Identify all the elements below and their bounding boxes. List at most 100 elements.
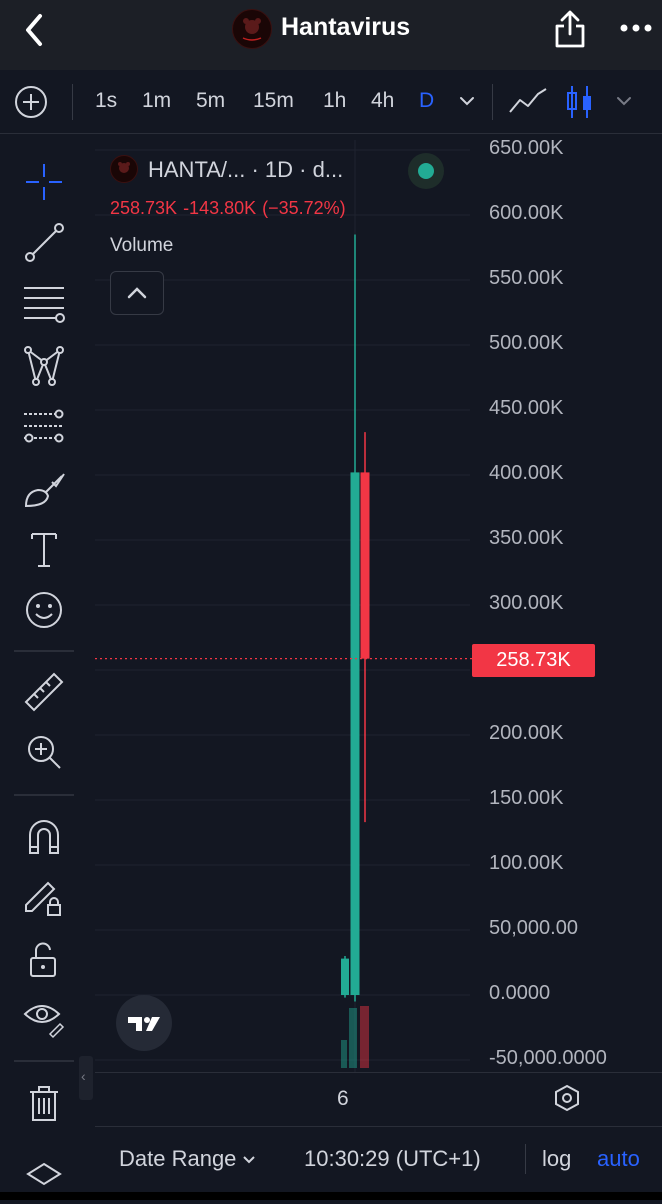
zoom-in-icon	[28, 736, 61, 769]
pattern-icon	[24, 346, 64, 386]
timeframe-15m[interactable]: 15m	[253, 89, 294, 113]
crosshair-icon	[26, 164, 62, 200]
price-axis-label: 550.00K	[489, 267, 564, 289]
timeframe-1s[interactable]: 1s	[95, 89, 117, 113]
visibility-tool[interactable]	[22, 996, 66, 1040]
tradingview-logo[interactable]	[116, 995, 172, 1051]
legend-last-price: 258.73K	[110, 198, 178, 218]
trend-line-tool[interactable]	[22, 220, 66, 264]
chevron-up-icon	[127, 287, 147, 299]
date-range-button[interactable]: Date Range	[119, 1146, 256, 1172]
legend-symbol[interactable]: HANTA/... · 1D · d...	[148, 157, 343, 183]
projection-icon	[24, 409, 64, 443]
price-axis-label: -50,000.0000	[489, 1047, 607, 1069]
auto-scale-toggle[interactable]: auto	[597, 1146, 640, 1172]
text-tool[interactable]	[22, 528, 66, 572]
timezone-clock[interactable]: 10:30:29 (UTC+1)	[304, 1146, 481, 1172]
add-indicator-button[interactable]	[14, 85, 48, 119]
price-axis-label: 100.00K	[489, 852, 564, 874]
ruler-icon	[24, 672, 64, 712]
unlock-tool[interactable]	[22, 938, 66, 982]
legend-token-logo	[110, 155, 138, 183]
lock-drawing-tool[interactable]	[22, 875, 66, 919]
chart-style-dropdown[interactable]	[615, 95, 633, 107]
legend-change-percent: (−35.72%)	[262, 198, 346, 218]
candle-body	[350, 472, 360, 995]
projection-tool[interactable]	[22, 406, 66, 450]
more-button[interactable]	[618, 16, 654, 40]
collapse-toolbar-handle[interactable]: ‹	[79, 1056, 93, 1100]
volume-bar	[349, 1008, 357, 1068]
back-button[interactable]	[20, 12, 50, 48]
ruler-tool[interactable]	[22, 670, 66, 714]
divider	[492, 84, 493, 120]
timeframe-5m[interactable]: 5m	[196, 89, 225, 113]
chart-settings-button[interactable]	[552, 1083, 582, 1113]
log-scale-toggle[interactable]: log	[542, 1146, 571, 1172]
candlestick-icon	[567, 86, 591, 118]
market-status-indicator[interactable]	[408, 153, 444, 189]
price-axis-label: 300.00K	[489, 592, 564, 614]
line-chart-icon	[509, 88, 547, 113]
time-axis-tick: 6	[337, 1087, 349, 1110]
token-logo	[232, 9, 272, 49]
brush-tool[interactable]	[22, 468, 66, 512]
timeframe-1m[interactable]: 1m	[142, 89, 171, 113]
divider	[525, 1144, 526, 1174]
zoom-in-tool[interactable]	[22, 730, 66, 774]
price-axis-label: 200.00K	[489, 722, 564, 744]
chevron-down-icon	[243, 1156, 256, 1164]
divider	[14, 794, 74, 796]
divider	[14, 650, 74, 652]
candle-body	[341, 958, 349, 995]
current-price-label: 258.73K	[472, 644, 595, 677]
share-icon	[555, 10, 585, 48]
text-icon	[31, 533, 57, 567]
unlock-icon	[30, 942, 56, 977]
magnet-icon	[29, 820, 59, 854]
pattern-tool[interactable]	[22, 344, 66, 388]
crosshair-tool[interactable]	[22, 160, 66, 204]
timeframe-dropdown[interactable]	[458, 94, 476, 108]
timeframe-4h[interactable]: 4h	[371, 89, 394, 113]
price-axis-label: 600.00K	[489, 202, 564, 224]
candlestick-chart-button[interactable]	[566, 84, 594, 120]
home-indicator	[0, 1192, 662, 1200]
timeframe-d[interactable]: D	[419, 89, 434, 113]
volume-label[interactable]: Volume	[110, 235, 173, 257]
price-axis-label: 450.00K	[489, 397, 564, 419]
divider	[14, 1060, 74, 1062]
collapse-legend-button[interactable]	[110, 271, 164, 315]
candle-body	[360, 472, 370, 659]
trend-line-icon	[25, 223, 64, 262]
divider	[72, 84, 73, 120]
price-axis-label: 650.00K	[489, 137, 564, 159]
date-range-label: Date Range	[119, 1146, 237, 1171]
chevron-left-icon	[26, 14, 42, 46]
delete-tool[interactable]	[22, 1082, 66, 1126]
trash-icon	[30, 1086, 58, 1121]
price-axis-label: 350.00K	[489, 527, 564, 549]
brush-icon	[24, 473, 65, 508]
price-axis-label: 500.00K	[489, 332, 564, 354]
page-title: Hantavirus	[281, 13, 411, 41]
volume-bar	[341, 1040, 347, 1068]
emoji-tool[interactable]	[22, 588, 66, 632]
chevron-left-icon: ‹	[81, 1068, 86, 1084]
chevron-down-icon	[460, 97, 474, 106]
fib-retracement-tool[interactable]	[22, 282, 66, 326]
share-button[interactable]	[552, 8, 588, 50]
price-axis-label: 400.00K	[489, 462, 564, 484]
lock-drawing-icon	[25, 881, 61, 916]
tradingview-icon	[128, 1017, 160, 1031]
settings-icon	[555, 1084, 579, 1112]
line-chart-button[interactable]	[508, 86, 548, 116]
fib-retracement-icon	[24, 287, 65, 323]
price-axis-label: 0.0000	[489, 982, 551, 1004]
price-axis-label: 150.00K	[489, 787, 564, 809]
chevron-down-icon	[617, 97, 631, 106]
volume-bar	[360, 1006, 369, 1068]
timeframe-1h[interactable]: 1h	[323, 89, 346, 113]
magnet-tool[interactable]	[22, 815, 66, 859]
legend-change: -143.80K	[183, 198, 257, 218]
